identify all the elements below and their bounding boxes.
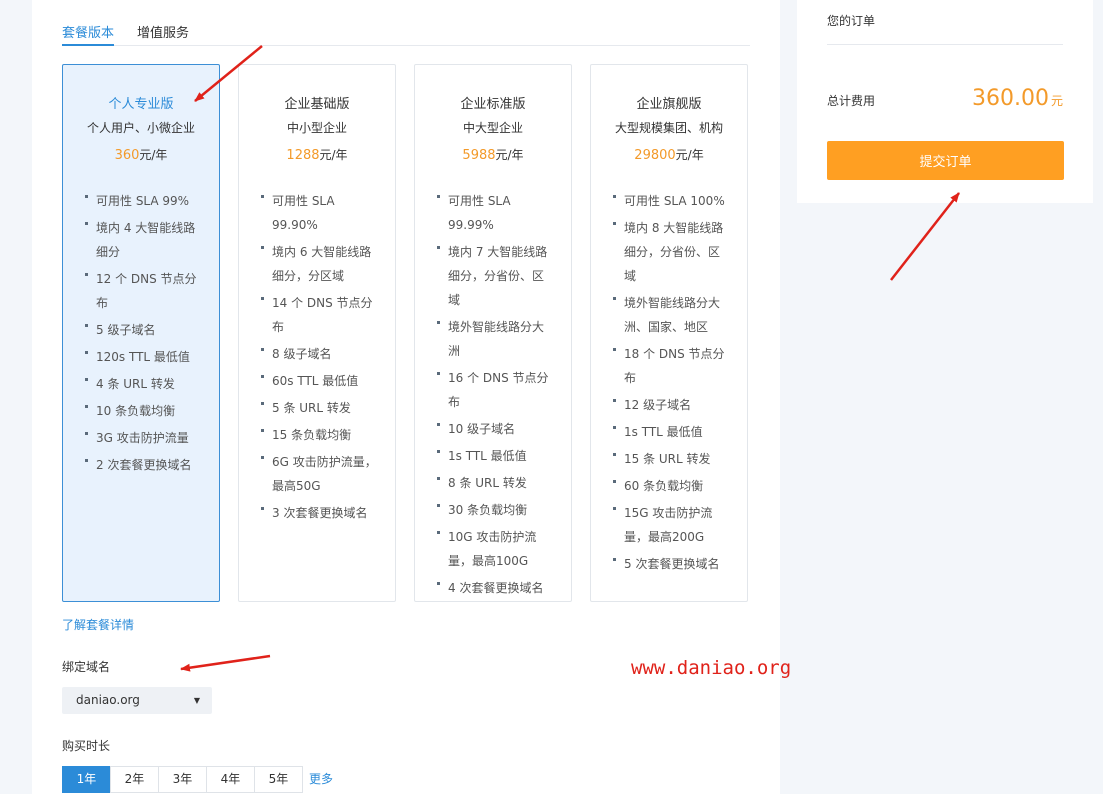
plan-feature-item: 可用性 SLA 99.90%: [259, 189, 379, 237]
plan-price: 360元/年: [63, 146, 219, 163]
plan-feature-item: 10G 攻击防护流量，最高100G: [435, 525, 555, 573]
plan-name: 企业基础版: [284, 97, 350, 112]
plan-name: 企业旗舰版: [636, 97, 702, 112]
plan-feature-item: 10 条负载均衡: [83, 399, 203, 423]
plan-feature-item: 可用性 SLA 99.99%: [435, 189, 555, 237]
plan-feature-item: 3G 攻击防护流量: [83, 426, 203, 450]
plan-feature-item: 可用性 SLA 99%: [83, 189, 203, 213]
plan-feature-item: 5 条 URL 转发: [259, 396, 379, 420]
plan-feature-item: 3 次套餐更换域名: [259, 501, 379, 525]
plan-name: 个人专业版: [108, 97, 174, 112]
order-title: 您的订单: [827, 14, 876, 28]
plan-feature-item: 60 条负载均衡: [611, 474, 731, 498]
plan-feature-item: 8 级子域名: [259, 342, 379, 366]
plan-feature-item: 15G 攻击防护流量，最高200G: [611, 501, 731, 549]
plan-subtitle: 中小型企业: [286, 121, 347, 135]
plan-feature-list: 可用性 SLA 99.90% 境内 6 大智能线路细分，分区域 14 个 DNS 节…: [259, 189, 379, 528]
duration-option-3y[interactable]: 3年: [158, 766, 207, 793]
plan-feature-item: 境外智能线路分大洲: [435, 315, 555, 363]
plan-feature-item: 4 次套餐更换域名: [435, 576, 555, 600]
watermark-text: www.daniao.org: [631, 657, 792, 679]
tab-plan-version[interactable]: 套餐版本: [62, 22, 115, 46]
total-cost-amount: 360.00 元: [972, 86, 1063, 111]
duration-options: 1年 2年 3年 4年 5年 更多: [62, 766, 333, 793]
domain-select-value: daniao.org: [76, 693, 140, 707]
total-cost-value: 360.00: [972, 86, 1049, 111]
plan-feature-item: 6G 攻击防护流量，最高50G: [259, 450, 379, 498]
plan-feature-item: 15 条 URL 转发: [611, 447, 731, 471]
plan-feature-item: 境内 7 大智能线路细分，分省份、区域: [435, 240, 555, 312]
plan-feature-item: 1s TTL 最低值: [611, 420, 731, 444]
plan-feature-item: 120s TTL 最低值: [83, 345, 203, 369]
plan-feature-item: 2 次套餐更换域名: [83, 453, 203, 477]
plan-feature-item: 18 个 DNS 节点分布: [611, 342, 731, 390]
tab-value-added-services[interactable]: 增值服务: [137, 22, 189, 41]
plan-price-unit: 元/年: [139, 148, 168, 162]
plan-price-unit: 元/年: [495, 148, 524, 162]
plan-price: 29800元/年: [591, 146, 747, 163]
plan-feature-item: 12 级子域名: [611, 393, 731, 417]
total-cost-label: 总计费用: [827, 94, 876, 108]
plan-feature-item: 10 级子域名: [435, 417, 555, 441]
plan-details-link[interactable]: 了解套餐详情: [62, 616, 134, 633]
duration-option-2y[interactable]: 2年: [110, 766, 159, 793]
plan-card-4[interactable]: 企业旗舰版大型规模集团、机构 29800元/年可用性 SLA 100% 境内 8 大…: [590, 64, 748, 602]
plan-feature-item: 境内 6 大智能线路细分，分区域: [259, 240, 379, 288]
plan-feature-item: 境内 4 大智能线路细分: [83, 216, 203, 264]
plan-price: 5988元/年: [415, 146, 571, 163]
plan-feature-item: 5 次套餐更换域名: [611, 552, 731, 576]
plan-feature-item: 境外智能线路分大洲、国家、地区: [611, 291, 731, 339]
plan-feature-item: 1s TTL 最低值: [435, 444, 555, 468]
plan-feature-item: 5 级子域名: [83, 318, 203, 342]
arrow-to-submit-icon: [890, 192, 960, 281]
submit-order-button[interactable]: 提交订单: [827, 141, 1064, 180]
duration-option-5y[interactable]: 5年: [254, 766, 303, 793]
total-cost-currency: 元: [1050, 94, 1063, 108]
plan-feature-item: 60s TTL 最低值: [259, 369, 379, 393]
order-summary-panel: 您的订单 总计费用 360.00 元 提交订单: [797, 0, 1093, 203]
plan-price-unit: 元/年: [319, 148, 348, 162]
plan-name: 企业标准版: [460, 97, 526, 112]
plan-feature-item: 14 个 DNS 节点分布: [259, 291, 379, 339]
plan-feature-item: 境内 8 大智能线路细分，分省份、区域: [611, 216, 731, 288]
plan-price-value: 29800: [634, 148, 676, 163]
plan-feature-item: 8 条 URL 转发: [435, 471, 555, 495]
tab-bar: 套餐版本 增值服务: [62, 14, 750, 46]
plan-subtitle: 大型规模集团、机构: [614, 121, 723, 135]
bind-domain-label: 绑定域名: [62, 660, 111, 674]
plan-card-1[interactable]: 个人专业版个人用户、小微企业 360元/年可用性 SLA 99% 境内 4 大智能线…: [62, 64, 220, 602]
plan-card-3[interactable]: 企业标准版中大型企业 5988元/年可用性 SLA 99.99% 境内 7 大智能线…: [414, 64, 572, 602]
duration-option-1y[interactable]: 1年: [62, 766, 111, 793]
plan-subtitle: 中大型企业: [462, 121, 523, 135]
plan-price-value: 1288: [286, 148, 320, 163]
duration-option-4y[interactable]: 4年: [206, 766, 255, 793]
plan-feature-item: 30 条负载均衡: [435, 498, 555, 522]
plan-feature-item: 可用性 SLA 100%: [611, 189, 731, 213]
plan-price-value: 360: [114, 148, 140, 163]
plan-feature-item: 15 条负载均衡: [259, 423, 379, 447]
duration-more-link[interactable]: 更多: [309, 766, 333, 793]
plan-price-unit: 元/年: [675, 148, 704, 162]
caret-down-icon: ▼: [193, 696, 200, 705]
plan-price: 1288元/年: [239, 146, 395, 163]
plan-subtitle: 个人用户、小微企业: [86, 121, 195, 135]
plan-feature-list: 可用性 SLA 100% 境内 8 大智能线路细分，分省份、区域 境外智能线路分大洲…: [611, 189, 731, 579]
plan-feature-item: 4 条 URL 转发: [83, 372, 203, 396]
order-divider: [827, 44, 1063, 45]
plan-feature-item: 12 个 DNS 节点分布: [83, 267, 203, 315]
plan-card-2[interactable]: 企业基础版中小型企业 1288元/年可用性 SLA 99.90% 境内 6 大智能线…: [238, 64, 396, 602]
purchase-duration-label: 购买时长: [62, 739, 111, 753]
domain-select[interactable]: daniao.org ▼: [62, 687, 212, 714]
plan-feature-list: 可用性 SLA 99.99% 境内 7 大智能线路细分，分省份、区域 境外智能线路分…: [435, 189, 555, 603]
plan-feature-item: 16 个 DNS 节点分布: [435, 366, 555, 414]
plan-feature-list: 可用性 SLA 99% 境内 4 大智能线路细分 12 个 DNS 节点分布 5 级子…: [83, 189, 203, 480]
plan-price-value: 5988: [462, 148, 496, 163]
